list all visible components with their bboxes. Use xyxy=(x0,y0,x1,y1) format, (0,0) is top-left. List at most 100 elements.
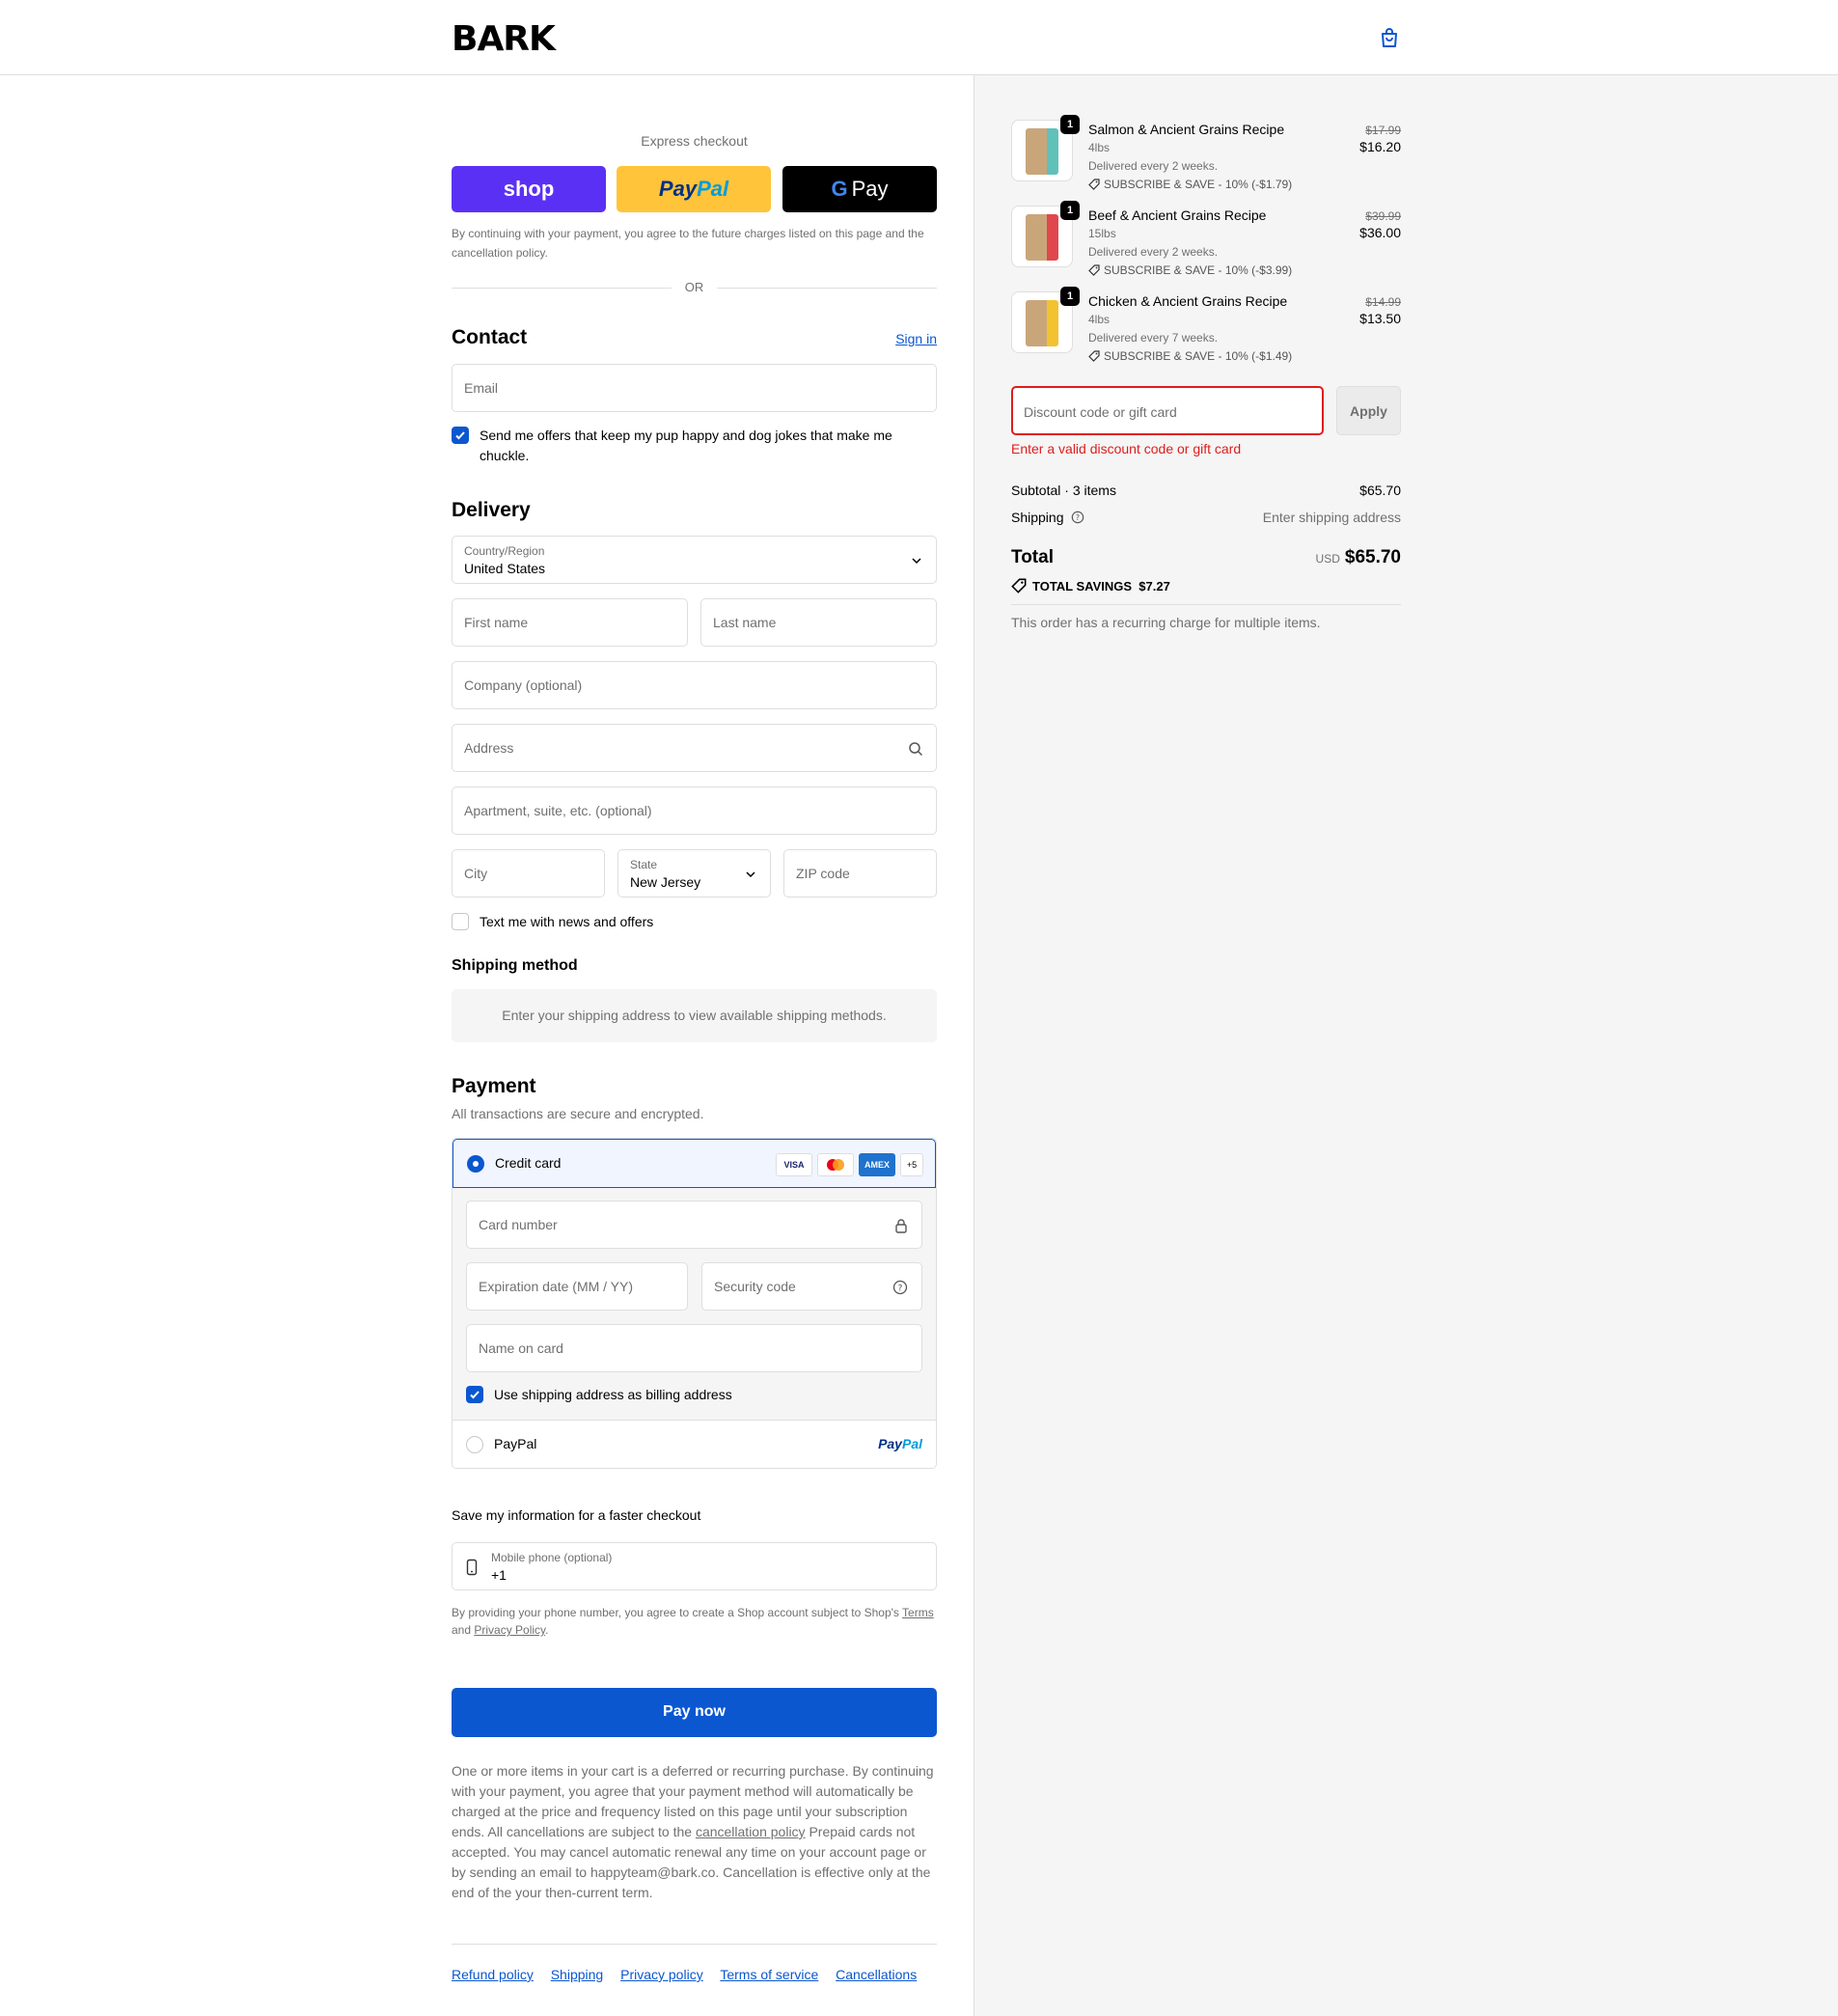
item-frequency: Delivered every 2 weeks. xyxy=(1088,159,1219,173)
total-savings: TOTAL SAVINGS $7.27 xyxy=(1011,578,1170,594)
quantity-badge: 1 xyxy=(1060,201,1080,220)
item-original-price: $39.99 xyxy=(1365,209,1401,223)
first-name-placeholder: First name xyxy=(464,615,529,630)
express-checkout-title: Express checkout xyxy=(641,133,748,149)
paypal-logo-pal: Pal xyxy=(901,1436,922,1451)
card-number-placeholder: Card number xyxy=(479,1217,558,1232)
checkmark-icon xyxy=(470,1391,480,1399)
paypal-option[interactable]: PayPal PayPal xyxy=(453,1420,936,1468)
pay-now-button[interactable]: Pay now xyxy=(452,1688,937,1737)
item-discount-text: SUBSCRIBE & SAVE - 10% (-$1.49) xyxy=(1104,349,1293,363)
sms-checkbox[interactable] xyxy=(452,913,469,930)
city-field[interactable]: City xyxy=(452,849,605,898)
zip-field[interactable]: ZIP code xyxy=(783,849,937,898)
food-bag-image xyxy=(1026,128,1058,175)
cancellations-link[interactable]: Cancellations xyxy=(836,1967,917,1982)
shipping-method-message: Enter your shipping address to view avai… xyxy=(452,989,937,1042)
tag-icon xyxy=(1088,179,1100,190)
recurring-note: This order has a recurring charge for mu… xyxy=(1011,615,1321,630)
mobile-phone-field[interactable]: Mobile phone (optional) +1 xyxy=(452,1542,937,1590)
terms-of-service-link[interactable]: Terms of service xyxy=(720,1967,818,1982)
item-original-price: $17.99 xyxy=(1365,124,1401,137)
item-frequency: Delivered every 2 weeks. xyxy=(1088,245,1219,259)
privacy-policy-link[interactable]: Privacy policy xyxy=(620,1967,703,1982)
sign-in-link[interactable]: Sign in xyxy=(895,331,937,346)
bark-logo[interactable]: BARK xyxy=(452,19,556,59)
apartment-field[interactable]: Apartment, suite, etc. (optional) xyxy=(452,787,937,835)
quantity-badge: 1 xyxy=(1060,287,1080,306)
item-price: $36.00 xyxy=(1359,225,1401,240)
email-field[interactable]: Email xyxy=(452,364,937,412)
paypal-radio[interactable] xyxy=(466,1436,483,1453)
shipping-label: Shipping xyxy=(1011,510,1064,525)
zip-placeholder: ZIP code xyxy=(796,866,850,881)
last-name-field[interactable]: Last name xyxy=(700,598,937,647)
expiration-placeholder: Expiration date (MM / YY) xyxy=(479,1279,634,1294)
email-placeholder: Email xyxy=(464,380,499,396)
tag-icon xyxy=(1088,350,1100,362)
shop-account-note: By providing your phone number, you agre… xyxy=(452,1604,937,1639)
offers-checkbox[interactable] xyxy=(452,427,469,444)
total-amount: USD $65.70 xyxy=(1316,547,1401,568)
address-field[interactable]: Address xyxy=(452,724,937,772)
shop-note-text: By providing your phone number, you agre… xyxy=(452,1606,903,1619)
item-discount-text: SUBSCRIBE & SAVE - 10% (-$1.79) xyxy=(1104,178,1293,191)
state-label: State xyxy=(630,858,658,871)
help-icon[interactable]: ? xyxy=(1071,511,1084,524)
help-icon[interactable]: ? xyxy=(892,1280,908,1295)
expiration-field[interactable]: Expiration date (MM / YY) xyxy=(466,1262,688,1311)
shipping-link[interactable]: Shipping xyxy=(551,1967,604,1982)
company-field[interactable]: Company (optional) xyxy=(452,661,937,709)
or-divider: OR xyxy=(452,280,937,295)
apartment-placeholder: Apartment, suite, etc. (optional) xyxy=(464,803,652,818)
item-price: $16.20 xyxy=(1359,139,1401,154)
shop-privacy-link[interactable]: Privacy Policy xyxy=(474,1623,545,1637)
footer-divider xyxy=(452,1944,937,1945)
credit-card-option[interactable]: Credit card VISA AMEX +5 xyxy=(453,1139,936,1188)
item-frequency: Delivered every 7 weeks. xyxy=(1088,331,1219,345)
shipping-method-title: Shipping method xyxy=(452,957,578,974)
refund-policy-link[interactable]: Refund policy xyxy=(452,1967,534,1982)
name-on-card-placeholder: Name on card xyxy=(479,1340,563,1356)
discount-code-input[interactable]: Discount code or gift card xyxy=(1011,386,1324,435)
first-name-field[interactable]: First name xyxy=(452,598,688,647)
google-pay-button[interactable]: G Pay xyxy=(782,166,937,212)
discount-placeholder: Discount code or gift card xyxy=(1024,404,1177,420)
tag-icon xyxy=(1011,578,1027,594)
payment-methods: Credit card VISA AMEX +5 Card number Exp… xyxy=(452,1138,937,1469)
paypal-option-label: PayPal xyxy=(494,1436,537,1451)
city-placeholder: City xyxy=(464,866,488,881)
state-select[interactable]: State New Jersey xyxy=(617,849,771,898)
food-bag-image xyxy=(1026,214,1058,261)
subtotal-label: Subtotal · 3 items xyxy=(1011,483,1116,498)
mastercard-icon xyxy=(817,1153,854,1176)
name-on-card-field[interactable]: Name on card xyxy=(466,1324,922,1372)
country-select[interactable]: Country/Region United States xyxy=(452,536,937,584)
item-original-price: $14.99 xyxy=(1365,295,1401,309)
security-code-placeholder: Security code xyxy=(714,1279,796,1294)
credit-card-radio[interactable] xyxy=(467,1155,484,1173)
card-number-field[interactable]: Card number xyxy=(466,1201,922,1249)
footer-links: Refund policy Shipping Privacy policy Te… xyxy=(452,1967,930,1982)
shopping-bag-icon[interactable] xyxy=(1378,26,1401,49)
mobile-phone-label: Mobile phone (optional) xyxy=(491,1551,613,1564)
paypal-express-button[interactable]: Pay Pal xyxy=(617,166,771,212)
item-name: Chicken & Ancient Grains Recipe xyxy=(1088,293,1288,309)
recurring-legal-text: One or more items in your cart is a defe… xyxy=(452,1761,937,1903)
shop-terms-link[interactable]: Terms xyxy=(902,1606,934,1619)
payment-subtitle: All transactions are secure and encrypte… xyxy=(452,1106,704,1121)
security-code-field[interactable]: Security code ? xyxy=(701,1262,922,1311)
svg-text:?: ? xyxy=(1076,513,1080,522)
chevron-down-icon xyxy=(746,871,755,878)
shop-pay-button[interactable]: shop xyxy=(452,166,606,212)
mobile-phone-icon xyxy=(466,1559,478,1576)
cancellation-policy-link[interactable]: cancellation policy xyxy=(696,1824,806,1839)
cart-item: 1 Salmon & Ancient Grains Recipe 4lbs De… xyxy=(1011,115,1401,197)
country-value: United States xyxy=(464,561,546,576)
credit-card-form: Card number Expiration date (MM / YY) Se… xyxy=(453,1188,936,1420)
billing-checkbox[interactable] xyxy=(466,1386,483,1403)
or-label: OR xyxy=(684,280,704,294)
apply-button[interactable]: Apply xyxy=(1336,386,1401,435)
payment-title: Payment xyxy=(452,1075,536,1097)
item-size: 4lbs xyxy=(1088,313,1111,326)
